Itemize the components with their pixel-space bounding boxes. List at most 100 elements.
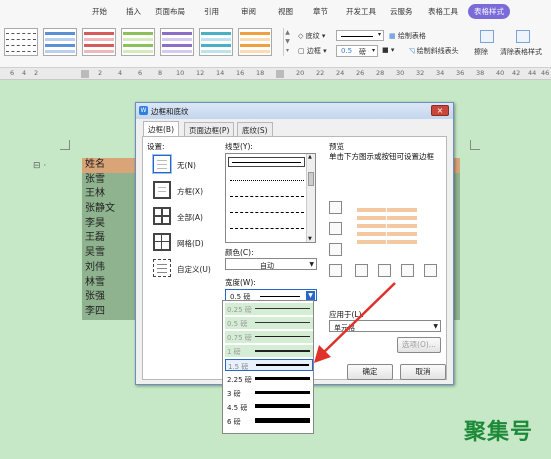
width-option[interactable]: 4.5 磅 [225,401,313,413]
tab-cloud[interactable]: 云服务 [390,6,413,17]
tab-page-layout[interactable]: 页面布局 [155,6,185,17]
diagonal-up-button[interactable] [424,264,437,277]
ruler-number: 6 [138,69,143,77]
line-style-option[interactable] [230,212,304,213]
width-option-label: 6 磅 [227,418,241,426]
setting-all[interactable]: 全部(A) [153,207,223,229]
gallery-scroll[interactable]: ▲ ▼ ▾ [283,28,291,56]
width-option[interactable]: 2.25 磅 [225,373,313,385]
style-swatch[interactable] [160,28,194,56]
tab-references[interactable]: 引用 [204,6,219,17]
tab-page-border[interactable]: 页面边框(P) [184,122,235,136]
line-style-option[interactable] [230,228,304,229]
tab-table-style[interactable]: 表格样式 [468,4,510,19]
style-swatch[interactable] [238,28,272,56]
width-option-label: 3 磅 [227,390,241,398]
setting-all-label: 全部(A) [177,213,203,222]
tab-borders[interactable]: 边框(B) [143,121,179,136]
chevron-down-icon: ▼ [309,261,314,268]
ok-button[interactable]: 确定 [347,364,393,380]
setting-none[interactable]: 无(N) [152,154,223,177]
chevron-down-icon[interactable]: ▼ [306,291,315,300]
width-dropdown-list[interactable]: 0.25 磅 0.5 磅 0.75 磅 1 磅 1.5 磅 2.25 磅 3 磅… [222,300,314,434]
all-borders-icon [153,207,171,225]
setting-custom[interactable]: 自定义(U) [153,259,223,281]
pen-color-button[interactable]: ■ ▾ [382,46,394,54]
options-button[interactable]: 选项(O)... [397,337,441,353]
line-style-option[interactable] [230,180,304,181]
draw-table-icon: ▦ [389,32,396,40]
clear-style-icon[interactable] [516,30,530,43]
tab-shading[interactable]: 底纹(S) [237,122,273,136]
ruler-number: 28 [376,69,385,77]
line-style-selected[interactable] [228,157,305,167]
right-border-button[interactable] [401,264,414,277]
ruler-number: 16 [236,69,245,77]
bottom-border-button[interactable] [329,243,342,256]
margin-corner [60,140,70,150]
settings-label: 设置: [147,142,165,151]
scroll-down-icon[interactable]: ▼ [308,236,312,242]
setting-custom-label: 自定义(U) [177,265,211,274]
style-swatch[interactable] [43,28,77,56]
pen-color-icon: ■ [382,46,389,54]
width-option[interactable]: 1 磅 [225,345,313,357]
middle-border-button[interactable] [329,222,342,235]
dialog-titlebar[interactable]: W 边框和底纹 × [136,103,453,119]
border-button[interactable]: ▢ 边框 ▾ [298,46,327,56]
tab-insert[interactable]: 插入 [126,6,141,17]
column-marker[interactable] [276,70,284,78]
tab-developer[interactable]: 开发工具 [346,6,376,17]
tab-review[interactable]: 审阅 [241,6,256,17]
width-option[interactable]: 0.25 磅 [225,303,313,315]
width-option[interactable]: 6 磅 [225,415,313,427]
chevron-down-icon: ▾ [371,47,375,54]
color-select[interactable]: 自动 ▼ [225,258,317,270]
width-option[interactable]: 0.5 磅 [225,317,313,329]
scroll-up-icon[interactable]: ▲ [308,154,312,160]
width-option-label: 1 磅 [227,348,241,356]
line-style-list[interactable]: ▲ ▼ [225,153,316,243]
draw-table-button[interactable]: ▦ 绘制表格 [389,31,426,41]
eraser-icon[interactable] [480,30,494,43]
draw-diagonal-label: 绘制斜线表头 [416,47,459,55]
apply-to-select[interactable]: 单元格 ▼ [329,320,441,332]
line-weight-select[interactable]: 0.5 磅 ▾ [336,45,378,57]
line-style-scrollbar[interactable]: ▲ ▼ [306,154,315,242]
cancel-button[interactable]: 取消 [400,364,446,380]
line-style-select[interactable]: ▾ [336,30,384,41]
diagonal-down-button[interactable] [329,264,342,277]
left-border-button[interactable] [355,264,368,277]
tab-view[interactable]: 视图 [278,6,293,17]
setting-grid[interactable]: 网格(D) [153,233,223,255]
apply-to-label: 应用于(L): [329,310,365,319]
border-preview-diagram[interactable] [357,208,417,248]
tab-chapter[interactable]: 章节 [313,6,328,17]
style-swatch[interactable] [82,28,116,56]
custom-border-icon [153,259,171,277]
draw-diagonal-button[interactable]: ◹ 绘制斜线表头 [409,46,459,56]
close-button[interactable]: × [431,105,449,116]
ruler-number: 20 [296,69,305,77]
shading-button[interactable]: ◇ 底纹 ▾ [298,31,325,41]
tab-table-tools[interactable]: 表格工具 [428,6,458,17]
horizontal-ruler[interactable]: 6 4 2 2 4 6 8 10 12 14 16 18 20 22 24 26… [0,68,551,80]
width-option-highlighted[interactable]: 1.5 磅 [225,359,313,371]
line-style-option[interactable] [230,196,304,197]
ribbon-tabs: 开始 插入 页面布局 引用 审阅 视图 章节 开发工具 云服务 表格工具 表格样… [0,0,551,22]
setting-box[interactable]: 方框(X) [153,181,223,203]
style-swatch[interactable] [199,28,233,56]
width-option[interactable]: 3 磅 [225,387,313,399]
indent-marker[interactable] [81,70,89,78]
tab-home[interactable]: 开始 [92,6,107,17]
style-swatch[interactable] [4,28,38,56]
center-border-button[interactable] [378,264,391,277]
style-swatch[interactable] [121,28,155,56]
ruler-number: 24 [336,69,345,77]
paragraph-marker-icon: ⊟ · [33,161,47,171]
scroll-thumb[interactable] [308,172,314,186]
clear-style-button[interactable]: 清除表格样式 [500,47,542,57]
width-option[interactable]: 0.75 磅 [225,331,313,343]
top-border-button[interactable] [329,201,342,214]
erase-button[interactable]: 擦除 [474,47,488,57]
